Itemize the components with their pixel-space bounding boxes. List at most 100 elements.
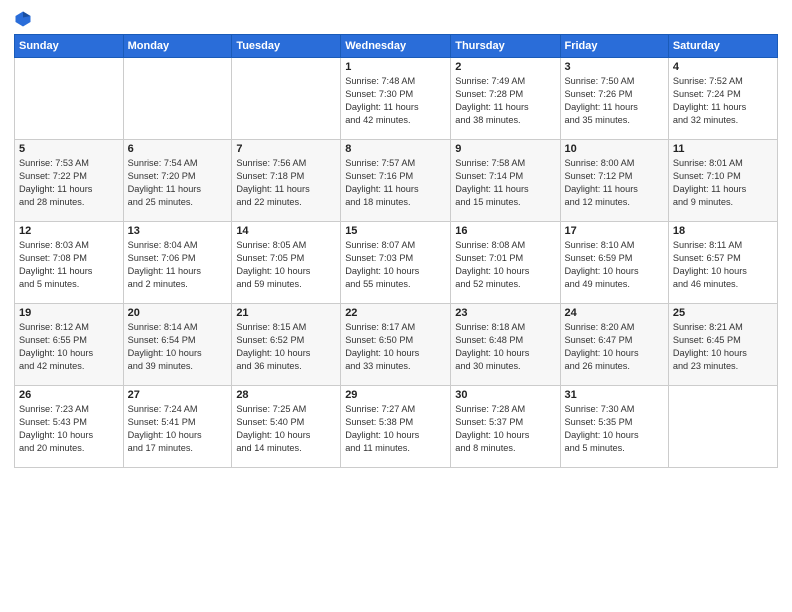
day-header-monday: Monday (123, 35, 232, 58)
day-cell: 3 Sunrise: 7:50 AM Sunset: 7:26 PM Daylig… (560, 58, 668, 140)
day-cell: 27Sunrise: 7:24 AM Sunset: 5:41 PM Dayli… (123, 386, 232, 468)
day-info: Sunrise: 8:18 AM Sunset: 6:48 PM Dayligh… (455, 321, 555, 373)
day-cell: 15Sunrise: 8:07 AM Sunset: 7:03 PM Dayli… (341, 222, 451, 304)
day-info: Sunrise: 7:30 AM Sunset: 5:35 PM Dayligh… (565, 403, 664, 455)
week-row-0: 1 Sunrise: 7:48 AM Sunset: 7:30 PM Daylig… (15, 58, 778, 140)
day-number: 18 (673, 225, 773, 237)
day-info: Sunrise: 7:24 AM Sunset: 5:41 PM Dayligh… (128, 403, 228, 455)
day-info: Sunrise: 8:12 AM Sunset: 6:55 PM Dayligh… (19, 321, 119, 373)
day-header-friday: Friday (560, 35, 668, 58)
day-header-sunday: Sunday (15, 35, 124, 58)
day-cell: 26 Sunrise: 7:23 AM Sunset: 5:43 PM Dayli… (15, 386, 124, 468)
day-info: Sunrise: 8:00 AM Sunset: 7:12 PM Dayligh… (565, 157, 664, 209)
day-cell: 21 Sunrise: 8:15 AM Sunset: 6:52 PM Dayli… (232, 304, 341, 386)
day-number: 21 (236, 307, 336, 319)
day-number: 26 (19, 389, 119, 401)
day-info: Sunrise: 8:03 AM Sunset: 7:08 PM Dayligh… (19, 239, 119, 291)
day-number: 25 (673, 307, 773, 319)
day-info: Sunrise: 8:10 AM Sunset: 6:59 PM Dayligh… (565, 239, 664, 291)
day-number: 12 (19, 225, 119, 237)
day-header-wednesday: Wednesday (341, 35, 451, 58)
day-cell: 11 Sunrise: 8:01 AM Sunset: 7:10 PM Dayli… (668, 140, 777, 222)
day-cell: 14 Sunrise: 8:05 AM Sunset: 7:05 PM Dayli… (232, 222, 341, 304)
day-cell (123, 58, 232, 140)
day-header-thursday: Thursday (451, 35, 560, 58)
day-number: 6 (128, 143, 228, 155)
day-number: 13 (128, 225, 228, 237)
day-info: Sunrise: 8:15 AM Sunset: 6:52 PM Dayligh… (236, 321, 336, 373)
day-number: 20 (128, 307, 228, 319)
day-info: Sunrise: 7:56 AM Sunset: 7:18 PM Dayligh… (236, 157, 336, 209)
day-cell: 28 Sunrise: 7:25 AM Sunset: 5:40 PM Dayli… (232, 386, 341, 468)
day-number: 31 (565, 389, 664, 401)
day-number: 24 (565, 307, 664, 319)
day-info: Sunrise: 8:17 AM Sunset: 6:50 PM Dayligh… (345, 321, 446, 373)
day-cell: 20 Sunrise: 8:14 AM Sunset: 6:54 PM Dayli… (123, 304, 232, 386)
day-number: 2 (455, 61, 555, 73)
day-info: Sunrise: 7:25 AM Sunset: 5:40 PM Dayligh… (236, 403, 336, 455)
day-number: 5 (19, 143, 119, 155)
day-info: Sunrise: 8:11 AM Sunset: 6:57 PM Dayligh… (673, 239, 773, 291)
day-number: 1 (345, 61, 446, 73)
day-number: 19 (19, 307, 119, 319)
day-number: 23 (455, 307, 555, 319)
day-info: Sunrise: 8:14 AM Sunset: 6:54 PM Dayligh… (128, 321, 228, 373)
day-number: 29 (345, 389, 446, 401)
day-info: Sunrise: 8:04 AM Sunset: 7:06 PM Dayligh… (128, 239, 228, 291)
day-info: Sunrise: 7:23 AM Sunset: 5:43 PM Dayligh… (19, 403, 119, 455)
calendar: SundayMondayTuesdayWednesdayThursdayFrid… (14, 34, 778, 468)
day-info: Sunrise: 8:05 AM Sunset: 7:05 PM Dayligh… (236, 239, 336, 291)
day-info: Sunrise: 7:48 AM Sunset: 7:30 PM Dayligh… (345, 75, 446, 127)
day-cell: 9 Sunrise: 7:58 AM Sunset: 7:14 PM Daylig… (451, 140, 560, 222)
day-number: 9 (455, 143, 555, 155)
day-cell: 23 Sunrise: 8:18 AM Sunset: 6:48 PM Dayli… (451, 304, 560, 386)
day-cell: 30 Sunrise: 7:28 AM Sunset: 5:37 PM Dayli… (451, 386, 560, 468)
day-cell: 31 Sunrise: 7:30 AM Sunset: 5:35 PM Dayli… (560, 386, 668, 468)
day-number: 7 (236, 143, 336, 155)
day-number: 28 (236, 389, 336, 401)
day-cell: 5 Sunrise: 7:53 AM Sunset: 7:22 PM Daylig… (15, 140, 124, 222)
day-number: 22 (345, 307, 446, 319)
day-number: 30 (455, 389, 555, 401)
day-info: Sunrise: 8:01 AM Sunset: 7:10 PM Dayligh… (673, 157, 773, 209)
day-info: Sunrise: 7:53 AM Sunset: 7:22 PM Dayligh… (19, 157, 119, 209)
day-number: 10 (565, 143, 664, 155)
day-number: 3 (565, 61, 664, 73)
day-cell: 4 Sunrise: 7:52 AM Sunset: 7:24 PM Daylig… (668, 58, 777, 140)
day-info: Sunrise: 8:08 AM Sunset: 7:01 PM Dayligh… (455, 239, 555, 291)
day-header-tuesday: Tuesday (232, 35, 341, 58)
day-cell: 25Sunrise: 8:21 AM Sunset: 6:45 PM Dayli… (668, 304, 777, 386)
day-number: 16 (455, 225, 555, 237)
day-number: 11 (673, 143, 773, 155)
page: SundayMondayTuesdayWednesdayThursdayFrid… (0, 0, 792, 612)
day-info: Sunrise: 7:58 AM Sunset: 7:14 PM Dayligh… (455, 157, 555, 209)
day-info: Sunrise: 7:49 AM Sunset: 7:28 PM Dayligh… (455, 75, 555, 127)
day-cell (668, 386, 777, 468)
day-cell: 2 Sunrise: 7:49 AM Sunset: 7:28 PM Daylig… (451, 58, 560, 140)
day-info: Sunrise: 7:52 AM Sunset: 7:24 PM Dayligh… (673, 75, 773, 127)
day-cell: 24 Sunrise: 8:20 AM Sunset: 6:47 PM Dayli… (560, 304, 668, 386)
day-info: Sunrise: 7:50 AM Sunset: 7:26 PM Dayligh… (565, 75, 664, 127)
week-row-2: 12 Sunrise: 8:03 AM Sunset: 7:08 PM Dayli… (15, 222, 778, 304)
header (14, 10, 778, 28)
day-cell: 1 Sunrise: 7:48 AM Sunset: 7:30 PM Daylig… (341, 58, 451, 140)
week-row-3: 19 Sunrise: 8:12 AM Sunset: 6:55 PM Dayli… (15, 304, 778, 386)
day-cell: 22 Sunrise: 8:17 AM Sunset: 6:50 PM Dayli… (341, 304, 451, 386)
day-cell: 29Sunrise: 7:27 AM Sunset: 5:38 PM Dayli… (341, 386, 451, 468)
day-cell (232, 58, 341, 140)
day-cell: 7 Sunrise: 7:56 AM Sunset: 7:18 PM Daylig… (232, 140, 341, 222)
day-cell: 12 Sunrise: 8:03 AM Sunset: 7:08 PM Dayli… (15, 222, 124, 304)
days-header-row: SundayMondayTuesdayWednesdayThursdayFrid… (15, 35, 778, 58)
day-info: Sunrise: 8:20 AM Sunset: 6:47 PM Dayligh… (565, 321, 664, 373)
day-info: Sunrise: 7:28 AM Sunset: 5:37 PM Dayligh… (455, 403, 555, 455)
day-cell: 16 Sunrise: 8:08 AM Sunset: 7:01 PM Dayli… (451, 222, 560, 304)
week-row-4: 26 Sunrise: 7:23 AM Sunset: 5:43 PM Dayli… (15, 386, 778, 468)
day-number: 14 (236, 225, 336, 237)
day-header-saturday: Saturday (668, 35, 777, 58)
day-cell: 13 Sunrise: 8:04 AM Sunset: 7:06 PM Dayli… (123, 222, 232, 304)
day-number: 4 (673, 61, 773, 73)
day-cell (15, 58, 124, 140)
day-info: Sunrise: 7:57 AM Sunset: 7:16 PM Dayligh… (345, 157, 446, 209)
logo-icon (14, 10, 32, 28)
day-cell: 10 Sunrise: 8:00 AM Sunset: 7:12 PM Dayli… (560, 140, 668, 222)
